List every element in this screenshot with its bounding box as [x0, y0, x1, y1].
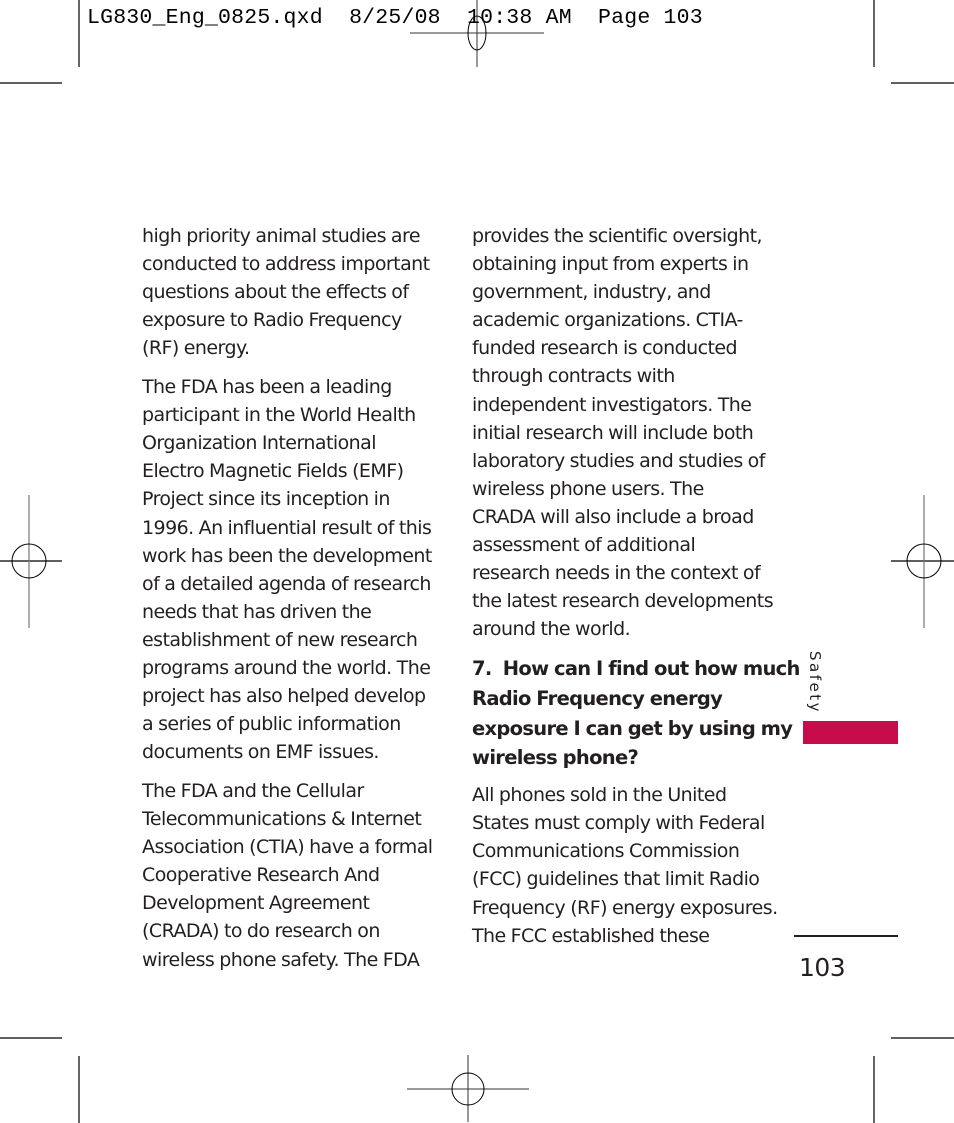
- heading-line: Radio Frequency energy: [472, 686, 723, 710]
- text-line: research needs in the context of: [472, 562, 761, 585]
- heading-line: 7. How can I find out how much: [472, 657, 800, 680]
- registration-mark-left-icon: [0, 495, 62, 628]
- text-line: independent investigators. The: [472, 393, 752, 416]
- text-line: Telecommunications & Internet: [142, 808, 422, 831]
- text-line: project has also helped develop: [142, 685, 426, 708]
- text-line: wireless phone safety. The FDA: [142, 948, 420, 971]
- question-heading: 7. How can I find out how much Radio Fre…: [472, 654, 800, 773]
- registration-mark-bottom-icon: [407, 1055, 529, 1122]
- right-column: provides the scientific oversight, obtai…: [472, 222, 800, 960]
- heading-line: exposure I can get by using my: [472, 716, 793, 740]
- text-line: All phones sold in the United: [472, 784, 727, 807]
- text-line: participant in the World Health: [142, 404, 416, 427]
- text-line: (FCC) guidelines that limit Radio: [472, 868, 760, 891]
- text-line: government, industry, and: [472, 281, 711, 304]
- paragraph-fda-ctia-crada: The FDA and the Cellular Telecommunicati…: [142, 777, 442, 974]
- text-line: Project since its inception in: [142, 488, 390, 511]
- text-line: funded research is conducted: [472, 337, 738, 360]
- paragraph-fcc-guidelines: All phones sold in the United States mus…: [472, 781, 778, 950]
- text-line: high priority animal studies are: [142, 225, 421, 247]
- left-column: high priority animal studies are conduct…: [142, 222, 442, 984]
- text-line: laboratory studies and studies of: [472, 449, 765, 472]
- slug-time: 10:38 AM: [467, 6, 572, 30]
- text-line: Communications Commission: [472, 840, 740, 863]
- text-line: States must comply with Federal: [472, 812, 765, 835]
- text-line: (CRADA) to do research on: [142, 920, 380, 943]
- slug-filename: LG830_Eng_0825.qxd: [87, 6, 323, 30]
- heading-line: wireless phone?: [472, 746, 639, 770]
- text-line: assessment of additional: [472, 534, 696, 557]
- text-line: initial research will include both: [472, 421, 754, 444]
- text-line: establishment of new research: [142, 628, 418, 651]
- text-line: 1996. An influential result of this: [142, 516, 432, 539]
- text-line: documents on EMF issues.: [142, 741, 379, 764]
- text-line: (RF) energy.: [142, 337, 250, 360]
- text-line: programs around the world. The: [142, 657, 431, 679]
- text-line: The FDA and the Cellular: [142, 779, 364, 802]
- text-line: through contracts with: [472, 365, 675, 388]
- text-line: obtaining input from experts in: [472, 253, 749, 276]
- section-tab-bar: [803, 721, 898, 744]
- text-line: wireless phone users. The: [472, 477, 704, 500]
- file-slug: LG830_Eng_0825.qxd 8/25/08 10:38 AM Page…: [87, 6, 703, 30]
- text-line: conducted to address important: [142, 253, 430, 276]
- text-line: Association (CTIA) have a formal: [142, 836, 433, 859]
- text-line: CRADA will also include a broad: [472, 505, 754, 528]
- section-tab-label: Safety: [806, 651, 824, 714]
- slug-page-label: Page 103: [598, 6, 703, 30]
- paragraph-fda-who-emf: The FDA has been a leading participant i…: [142, 373, 442, 766]
- registration-mark-right-icon: [891, 495, 954, 628]
- text-line: needs that has driven the: [142, 600, 372, 623]
- slug-date: 8/25/08: [349, 6, 441, 30]
- text-line: questions about the effects of: [142, 281, 409, 304]
- text-line: Development Agreement: [142, 892, 370, 915]
- paragraph-scientific-oversight: provides the scientific oversight, obtai…: [472, 222, 774, 643]
- text-line: The FDA has been a leading: [142, 376, 392, 399]
- text-line: The FCC established these: [472, 924, 710, 947]
- text-line: work has been the development: [142, 544, 432, 567]
- text-line: of a detailed agenda of research: [142, 572, 431, 595]
- text-line: Frequency (RF) energy exposures.: [472, 896, 778, 919]
- folio-rule: [794, 935, 898, 937]
- text-line: around the world.: [472, 618, 631, 641]
- text-line: the latest research developments: [472, 590, 774, 613]
- text-line: Cooperative Research And: [142, 864, 380, 887]
- text-line: a series of public information: [142, 713, 401, 736]
- text-line: academic organizations. CTIA-: [472, 309, 743, 332]
- page-number: 103: [799, 953, 846, 982]
- paragraph-animal-studies: high priority animal studies are conduct…: [142, 222, 442, 362]
- text-line: exposure to Radio Frequency: [142, 309, 402, 332]
- text-line: Electro Magnetic Fields (EMF): [142, 460, 404, 483]
- text-line: provides the scientific oversight,: [472, 225, 763, 247]
- text-line: Organization International: [142, 432, 377, 455]
